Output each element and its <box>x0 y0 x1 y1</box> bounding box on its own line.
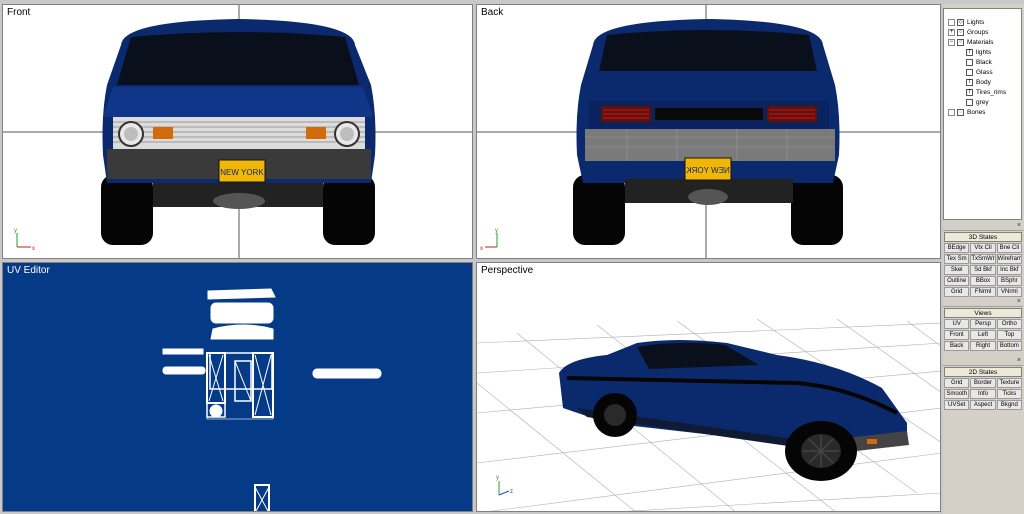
states-3d-header: × <box>943 222 1023 231</box>
states-3d-panel: × 3D States BEdge Vtx Cll Bne Cll Tex Sm… <box>943 222 1023 297</box>
perspective-car-render: y z <box>477 318 940 511</box>
app-window: Front NEW YORK y x Back NEW YORK y x UV … <box>0 0 1024 514</box>
expand-icon[interactable]: + <box>948 29 955 36</box>
smooth-button[interactable]: Smooth <box>944 389 970 399</box>
front-viewport[interactable]: Front NEW YORK y x <box>2 4 473 259</box>
border-button[interactable]: Border <box>970 378 996 388</box>
outline-button[interactable]: Outline <box>944 276 970 286</box>
bedge-button[interactable]: BEdge <box>944 243 970 253</box>
ticks-button[interactable]: Ticks <box>996 389 1022 399</box>
svg-text:x: x <box>480 246 483 252</box>
sphere-icon: ○ <box>957 39 964 46</box>
bbox-button[interactable]: BBox <box>970 276 996 286</box>
uvset-button[interactable]: UVSet <box>944 400 970 410</box>
front-car-render: NEW YORK y x <box>3 5 472 258</box>
material-icon: T <box>966 49 973 56</box>
svg-text:y: y <box>14 228 17 234</box>
svg-text:y: y <box>496 475 499 481</box>
bsphr-button[interactable]: BSphr <box>996 276 1022 286</box>
svg-text:x: x <box>32 246 35 252</box>
back-plate-text: NEW YORK <box>686 166 730 175</box>
view-ortho-button[interactable]: Ortho <box>996 319 1022 329</box>
view-top-button[interactable]: Top <box>996 330 1022 340</box>
front-plate-text: NEW YORK <box>220 168 264 177</box>
expand-icon[interactable] <box>948 19 955 26</box>
texture-button[interactable]: Texture <box>996 378 1022 388</box>
right-side-panel: ◇ Lights + ○ Groups − ○ Materials T ligh… <box>943 4 1024 514</box>
sd-bkf-button[interactable]: Sd Bkf <box>970 265 996 275</box>
tex-sm-button[interactable]: Tex Sm <box>944 254 970 264</box>
grid-2d-button[interactable]: Grid <box>944 378 970 388</box>
material-icon: T <box>966 79 973 86</box>
material-icon <box>966 59 973 66</box>
expand-icon[interactable] <box>948 109 955 116</box>
tree-item-material-body[interactable]: T Body <box>966 78 991 87</box>
uv-layout <box>162 288 382 511</box>
vtx-cll-button[interactable]: Vtx Cll <box>970 243 996 253</box>
fnrml-button[interactable]: FNrml <box>970 287 996 297</box>
tree-item-lights[interactable]: ◇ Lights <box>948 18 984 27</box>
states-3d-title: 3D States <box>944 232 1022 242</box>
back-car-render: NEW YORK y x <box>477 5 940 258</box>
aspect-button[interactable]: Aspect <box>970 400 996 410</box>
collapse-icon[interactable]: − <box>948 39 955 46</box>
tree-item-material-black[interactable]: Black <box>966 58 992 67</box>
wireframe-button[interactable]: Wireframe <box>996 254 1022 264</box>
svg-text:z: z <box>510 489 513 495</box>
states-2d-panel: × 2D States Grid Border Texture Smooth I… <box>943 357 1023 410</box>
info-button[interactable]: Info <box>970 389 996 399</box>
view-bottom-button[interactable]: Bottom <box>996 341 1022 351</box>
tree-item-materials[interactable]: − ○ Materials <box>948 38 993 47</box>
material-icon: T <box>966 89 973 96</box>
perspective-viewport-label: Perspective <box>481 265 534 276</box>
close-icon[interactable]: × <box>1017 222 1021 230</box>
perspective-viewport[interactable]: Perspective y z <box>476 262 941 512</box>
skel-button[interactable]: Skel <box>944 265 970 275</box>
uv-editor-label: UV Editor <box>7 265 50 276</box>
view-back-button[interactable]: Back <box>944 341 970 351</box>
back-viewport-label: Back <box>481 7 504 18</box>
material-icon <box>966 99 973 106</box>
diamond-icon: ◇ <box>957 19 964 26</box>
tree-item-material-grey[interactable]: grey <box>966 98 989 107</box>
view-front-button[interactable]: Front <box>944 330 970 340</box>
view-uv-button[interactable]: UV <box>944 319 970 329</box>
views-panel: × Views UV Persp Ortho Front Left Top Ba… <box>943 298 1023 351</box>
txsmwr-button[interactable]: TxSmWr <box>970 254 996 264</box>
views-header: × <box>943 298 1023 307</box>
back-viewport[interactable]: Back NEW YORK y x <box>476 4 941 259</box>
inc-bkf-button[interactable]: Inc Bkf <box>996 265 1022 275</box>
view-persp-button[interactable]: Persp <box>970 319 996 329</box>
tree-item-material-lights[interactable]: T lights <box>966 48 991 57</box>
bne-cll-button[interactable]: Bne Cll <box>996 243 1022 253</box>
svg-text:y: y <box>495 228 498 234</box>
tree-item-groups[interactable]: + ○ Groups <box>948 28 988 37</box>
view-right-button[interactable]: Right <box>970 341 996 351</box>
bone-icon: ◌ <box>957 109 964 116</box>
grid-3d-button[interactable]: Grid <box>944 287 970 297</box>
bkgnd-button[interactable]: Bkgnd <box>996 400 1022 410</box>
states-2d-header: × <box>943 357 1023 366</box>
states-3d-buttons: BEdge Vtx Cll Bne Cll Tex Sm TxSmWr Wire… <box>943 243 1023 297</box>
tree-item-bones[interactable]: ◌ Bones <box>948 108 985 117</box>
uv-editor-viewport[interactable]: UV Editor <box>2 262 473 512</box>
scene-tree[interactable]: ◇ Lights + ○ Groups − ○ Materials T ligh… <box>943 8 1022 220</box>
tree-item-material-tires[interactable]: T Tires_rims <box>966 88 1006 97</box>
close-icon[interactable]: × <box>1017 298 1021 306</box>
tree-item-material-glass[interactable]: Glass <box>966 68 993 77</box>
view-left-button[interactable]: Left <box>970 330 996 340</box>
close-icon[interactable]: × <box>1017 357 1021 365</box>
vnrml-button[interactable]: VNrml <box>996 287 1022 297</box>
states-2d-buttons: Grid Border Texture Smooth Info Ticks UV… <box>943 378 1023 410</box>
front-viewport-label: Front <box>7 7 31 18</box>
views-buttons: UV Persp Ortho Front Left Top Back Right… <box>943 319 1023 351</box>
group-icon: ○ <box>957 29 964 36</box>
states-2d-title: 2D States <box>944 367 1022 377</box>
views-title: Views <box>944 308 1022 318</box>
material-icon <box>966 69 973 76</box>
